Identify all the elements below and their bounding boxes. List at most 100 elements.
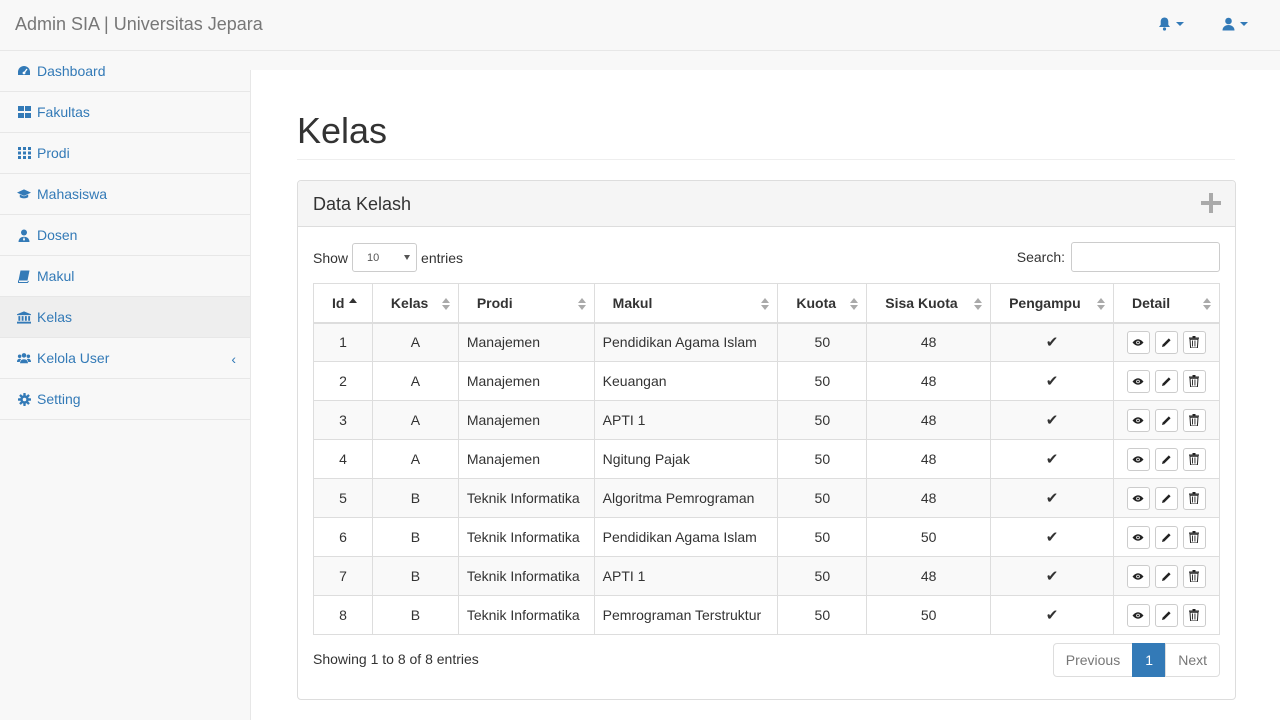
- page-1-button[interactable]: 1: [1132, 643, 1167, 677]
- chevron-down-icon: [1176, 22, 1184, 26]
- cell-kuota: 50: [777, 361, 868, 401]
- cell-prodi: Manajemen: [457, 322, 595, 362]
- edit-button[interactable]: [1154, 330, 1178, 354]
- delete-button[interactable]: [1182, 603, 1206, 627]
- pencil-icon: [1161, 532, 1172, 543]
- delete-button[interactable]: [1182, 447, 1206, 471]
- cell-makul: Pendidikan Agama Islam: [593, 517, 779, 557]
- column-header-makul[interactable]: Makul: [593, 283, 779, 324]
- view-button[interactable]: [1126, 330, 1150, 354]
- user-dropdown[interactable]: [1222, 17, 1248, 31]
- column-header-sisa-kuota[interactable]: Sisa Kuota: [866, 283, 992, 324]
- delete-button[interactable]: [1182, 330, 1206, 354]
- user-tie-icon: [17, 228, 31, 242]
- cell-detail: [1112, 439, 1221, 479]
- dropdown-arrow-icon: [404, 255, 411, 260]
- view-button[interactable]: [1126, 369, 1150, 393]
- eye-icon: [1132, 416, 1144, 425]
- edit-button[interactable]: [1154, 564, 1178, 588]
- add-icon[interactable]: [1201, 193, 1221, 213]
- view-button[interactable]: [1126, 525, 1150, 549]
- delete-button[interactable]: [1182, 369, 1206, 393]
- view-button[interactable]: [1126, 564, 1150, 588]
- table-row: 7 B Teknik Informatika APTI 1 50 48 ✔: [313, 556, 1221, 596]
- column-header-kuota[interactable]: Kuota: [777, 283, 868, 324]
- cell-detail: [1112, 322, 1221, 362]
- sidebar-item-kelas[interactable]: Kelas: [0, 297, 250, 338]
- sort-icon: [761, 298, 770, 310]
- sidebar-item-makul[interactable]: Makul: [0, 256, 250, 297]
- next-page-button[interactable]: Next: [1165, 643, 1220, 677]
- sidebar-item-label: Kelola User: [37, 350, 110, 366]
- check-icon: ✔: [1045, 607, 1059, 624]
- grid-small-icon: [17, 146, 31, 160]
- check-icon: ✔: [1045, 529, 1059, 546]
- view-button[interactable]: [1126, 486, 1150, 510]
- cog-icon: [17, 392, 31, 406]
- sidebar-item-setting[interactable]: Setting: [0, 379, 250, 420]
- cell-sisa-kuota: 50: [866, 595, 992, 635]
- cell-sisa-kuota: 48: [866, 439, 992, 479]
- cell-kuota: 50: [777, 478, 868, 518]
- sidebar-item-kelola-user[interactable]: Kelola User ‹: [0, 338, 250, 379]
- cell-id: 5: [313, 478, 373, 518]
- column-header-prodi[interactable]: Prodi: [457, 283, 595, 324]
- sort-icon: [577, 298, 586, 310]
- previous-page-button[interactable]: Previous: [1052, 643, 1134, 677]
- column-header-id[interactable]: Id: [313, 283, 373, 324]
- edit-button[interactable]: [1154, 486, 1178, 510]
- cell-sisa-kuota: 48: [866, 361, 992, 401]
- page-length-select[interactable]: 10: [352, 243, 418, 272]
- cell-detail: [1112, 361, 1221, 401]
- edit-button[interactable]: [1154, 525, 1178, 549]
- cell-kuota: 50: [777, 517, 868, 557]
- edit-button[interactable]: [1154, 408, 1178, 432]
- cell-kelas: A: [371, 322, 459, 362]
- sidebar-item-mahasiswa[interactable]: Mahasiswa: [0, 174, 250, 215]
- cell-id: 6: [313, 517, 373, 557]
- users-icon: [17, 351, 31, 365]
- edit-button[interactable]: [1154, 603, 1178, 627]
- sidebar-item-prodi[interactable]: Prodi: [0, 133, 250, 174]
- edit-button[interactable]: [1154, 447, 1178, 471]
- edit-button[interactable]: [1154, 369, 1178, 393]
- table-body: 1 A Manajemen Pendidikan Agama Islam 50 48 ✔ 2 A…: [313, 322, 1221, 635]
- cell-pengampu: ✔: [990, 595, 1114, 635]
- check-icon: ✔: [1045, 412, 1059, 429]
- kelas-table: Id Kelas Prodi Makul Kuota Sisa Kuota Pe…: [313, 283, 1221, 635]
- column-header-detail[interactable]: Detail: [1112, 283, 1221, 324]
- delete-button[interactable]: [1182, 564, 1206, 588]
- cell-sisa-kuota: 48: [866, 322, 992, 362]
- sidebar-item-label: Prodi: [37, 145, 70, 161]
- delete-button[interactable]: [1182, 525, 1206, 549]
- table-row: 4 A Manajemen Ngitung Pajak 50 48 ✔: [313, 439, 1221, 479]
- check-icon: ✔: [1045, 451, 1059, 468]
- notifications-dropdown[interactable]: [1158, 17, 1184, 31]
- cell-kelas: B: [371, 478, 459, 518]
- search-input[interactable]: [1071, 242, 1220, 272]
- search-control: Search:: [1017, 242, 1220, 272]
- sidebar-item-dosen[interactable]: Dosen: [0, 215, 250, 256]
- view-button[interactable]: [1126, 603, 1150, 627]
- sidebar-item-fakultas[interactable]: Fakultas: [0, 92, 250, 133]
- bell-icon: [1159, 17, 1170, 31]
- cell-detail: [1112, 556, 1221, 596]
- cell-prodi: Manajemen: [457, 400, 595, 440]
- table-info: Showing 1 to 8 of 8 entries: [313, 651, 479, 667]
- view-button[interactable]: [1126, 447, 1150, 471]
- cell-kuota: 50: [777, 595, 868, 635]
- cell-makul: Algoritma Pemrograman: [593, 478, 779, 518]
- divider: [297, 159, 1235, 160]
- trash-icon: [1189, 492, 1200, 504]
- brand-title[interactable]: Admin SIA | Universitas Jepara: [15, 14, 263, 35]
- sidebar-item-label: Dosen: [37, 227, 78, 243]
- view-button[interactable]: [1126, 408, 1150, 432]
- delete-button[interactable]: [1182, 486, 1206, 510]
- sidebar-item-label: Dashboard: [37, 63, 106, 79]
- page-length-value: 10: [367, 251, 380, 264]
- trash-icon: [1189, 336, 1200, 349]
- delete-button[interactable]: [1182, 408, 1206, 432]
- column-header-kelas[interactable]: Kelas: [371, 283, 459, 324]
- column-header-pengampu[interactable]: Pengampu: [990, 283, 1114, 324]
- sidebar-item-dashboard[interactable]: Dashboard: [0, 51, 250, 92]
